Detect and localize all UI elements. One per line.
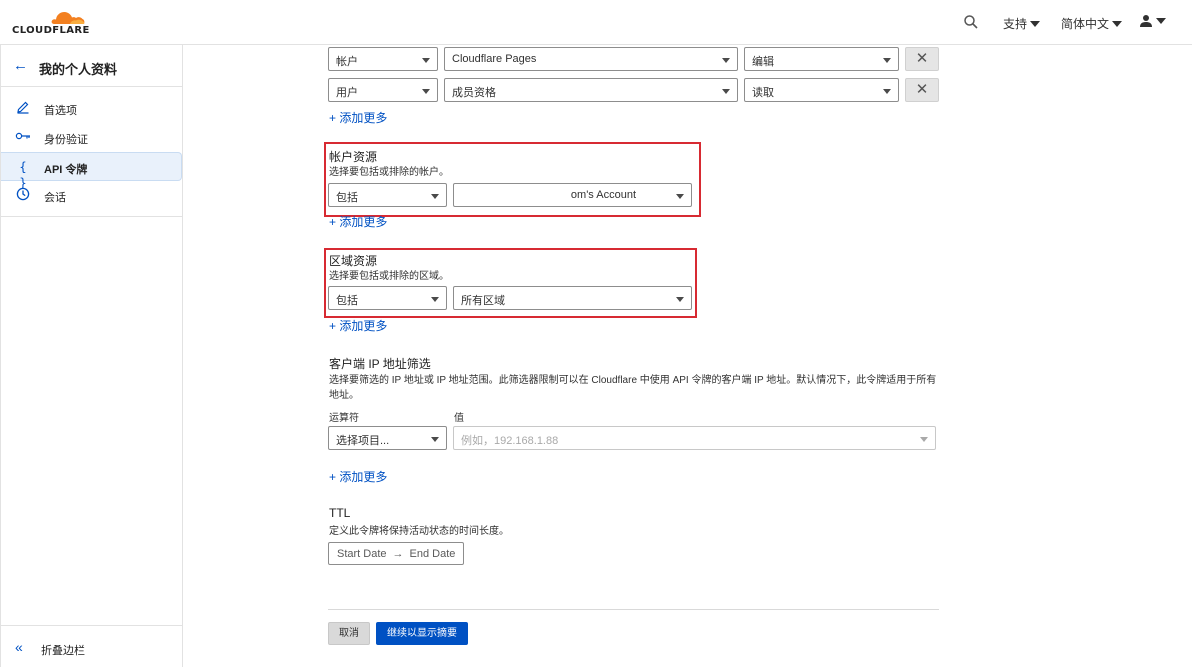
close-icon: ✕ <box>915 50 929 67</box>
arrow-right-icon: → <box>392 548 404 560</box>
cancel-button[interactable]: 取消 <box>328 622 370 645</box>
sidebar-back-header[interactable]: ← 我的个人资料 <box>1 45 182 87</box>
account-include-select[interactable]: 包括 <box>328 183 447 207</box>
add-more-permissions-link[interactable]: + 添加更多 <box>329 109 387 126</box>
remove-permission-button[interactable]: ✕ <box>905 78 939 102</box>
chevron-down-icon <box>422 58 430 63</box>
language-label: 简体中文 <box>1061 17 1110 31</box>
chevron-down-icon <box>1112 20 1123 27</box>
user-icon <box>1140 15 1152 27</box>
double-chevron-left-icon: « <box>15 639 23 655</box>
chevron-down-icon <box>883 58 891 63</box>
add-more-zones-link[interactable]: + 添加更多 <box>329 317 387 334</box>
permission-scope-select[interactable]: 帐户 <box>328 47 438 71</box>
permission-access-select[interactable]: 读取 <box>744 78 899 102</box>
select-value: 读取 <box>752 87 774 99</box>
select-value: 成员资格 <box>452 87 496 99</box>
braces-icon: { } <box>19 160 27 190</box>
account-resources-title: 帐户资源 <box>329 150 378 164</box>
sidebar-item-label: 身份验证 <box>44 134 88 146</box>
permission-resource-select[interactable]: Cloudflare Pages <box>444 47 738 71</box>
search-icon[interactable] <box>963 14 979 30</box>
zone-resources-description: 选择要包括或排除的区域。 <box>329 271 449 282</box>
ip-filter-description-line1: 选择要筛选的 IP 地址或 IP 地址范围。此筛选器限制可以在 Cloudfla… <box>329 375 937 386</box>
close-icon: ✕ <box>915 81 929 98</box>
remove-permission-button[interactable]: ✕ <box>905 47 939 71</box>
sidebar-item-preferences[interactable]: 首选项 <box>1 94 182 123</box>
permission-resource-select[interactable]: 成员资格 <box>444 78 738 102</box>
arrow-left-icon[interactable]: ← <box>13 57 28 74</box>
select-value: Cloudflare Pages <box>452 53 537 65</box>
zone-resources-title: 区域资源 <box>329 254 378 268</box>
select-value: 用户 <box>336 87 358 99</box>
add-more-accounts-link[interactable]: + 添加更多 <box>329 213 387 230</box>
sidebar-item-api-tokens[interactable]: { } API 令牌 <box>1 152 182 190</box>
permission-scope-select[interactable]: 用户 <box>328 78 438 102</box>
cloud-icon <box>51 12 85 24</box>
sidebar-item-label: 会话 <box>44 192 66 204</box>
sidebar: ← 我的个人资料 首选项 身份验证 { } API 令牌 会话 « 折叠边栏 <box>0 45 183 667</box>
key-icon <box>15 129 31 145</box>
support-label: 支持 <box>1003 17 1028 31</box>
select-value: 包括 <box>336 295 358 307</box>
ttl-description: 定义此令牌将保持活动状态的时间长度。 <box>329 526 509 537</box>
sidebar-item-label: API 令牌 <box>44 164 88 176</box>
logo-wordmark: CLOUDFLARE <box>12 25 90 36</box>
select-value: 编辑 <box>752 56 774 68</box>
ttl-end-date[interactable]: End Date <box>410 548 456 564</box>
chevron-down-icon <box>676 194 684 199</box>
user-menu[interactable] <box>1139 14 1166 28</box>
account-resources-description: 选择要包括或排除的帐户。 <box>329 167 449 178</box>
operator-select[interactable]: 选择项目... <box>328 426 447 450</box>
cloudflare-logo[interactable]: CLOUDFLARE <box>12 8 92 38</box>
chevron-down-icon <box>422 89 430 94</box>
chevron-down-icon <box>920 437 928 442</box>
permission-access-select[interactable]: 编辑 <box>744 47 899 71</box>
collapse-sidebar-label: 折叠边栏 <box>41 645 85 657</box>
token-form: 帐户 Cloudflare Pages 编辑 ✕ 用户 成员资格 读取 ✕ + … <box>183 45 1192 667</box>
chevron-down-icon <box>722 89 730 94</box>
form-divider <box>328 609 939 610</box>
chevron-down-icon <box>1156 18 1166 24</box>
select-value: 所有区域 <box>461 295 505 307</box>
select-value: 选择项目... <box>336 435 390 447</box>
sidebar-title: 我的个人资料 <box>39 62 118 77</box>
ip-value-select[interactable]: 例如，192.168.1.88 <box>453 426 936 450</box>
zone-include-select[interactable]: 包括 <box>328 286 447 310</box>
chevron-down-icon <box>431 437 439 442</box>
chevron-down-icon <box>883 89 891 94</box>
clock-icon <box>15 187 31 203</box>
ttl-title: TTL <box>329 506 351 520</box>
ip-filter-title: 客户端 IP 地址筛选 <box>329 357 431 371</box>
chevron-down-icon <box>1030 20 1041 27</box>
add-more-ip-filters-link[interactable]: + 添加更多 <box>329 468 387 485</box>
operator-label: 运算符 <box>329 413 359 424</box>
continue-to-summary-button[interactable]: 继续以显示摘要 <box>376 622 468 645</box>
pencil-icon <box>15 100 31 116</box>
chevron-down-icon <box>722 58 730 63</box>
language-menu[interactable]: 简体中文 <box>1061 15 1123 32</box>
support-menu[interactable]: 支持 <box>1003 15 1041 32</box>
select-value: om's Account <box>570 189 636 201</box>
sidebar-item-sessions[interactable]: 会话 <box>1 181 182 210</box>
chevron-down-icon <box>431 194 439 199</box>
account-select[interactable]: om's Account <box>453 183 692 207</box>
sidebar-item-authentication[interactable]: 身份验证 <box>1 123 182 152</box>
top-navigation-bar: CLOUDFLARE 支持 简体中文 <box>0 0 1192 45</box>
sidebar-item-label: 首选项 <box>44 105 77 117</box>
ip-filter-description-line2: 地址。 <box>329 390 359 401</box>
ttl-start-date[interactable]: Start Date <box>337 548 387 564</box>
select-placeholder: 例如，192.168.1.88 <box>461 435 559 447</box>
select-value: 包括 <box>336 192 358 204</box>
value-label: 值 <box>454 413 464 424</box>
collapse-sidebar-button[interactable]: « 折叠边栏 <box>1 625 182 667</box>
sidebar-divider <box>1 216 182 217</box>
zone-select[interactable]: 所有区域 <box>453 286 692 310</box>
select-value: 帐户 <box>336 56 358 68</box>
ttl-date-range-picker[interactable]: Start Date → End Date <box>328 542 464 565</box>
chevron-down-icon <box>676 297 684 302</box>
chevron-down-icon <box>431 297 439 302</box>
